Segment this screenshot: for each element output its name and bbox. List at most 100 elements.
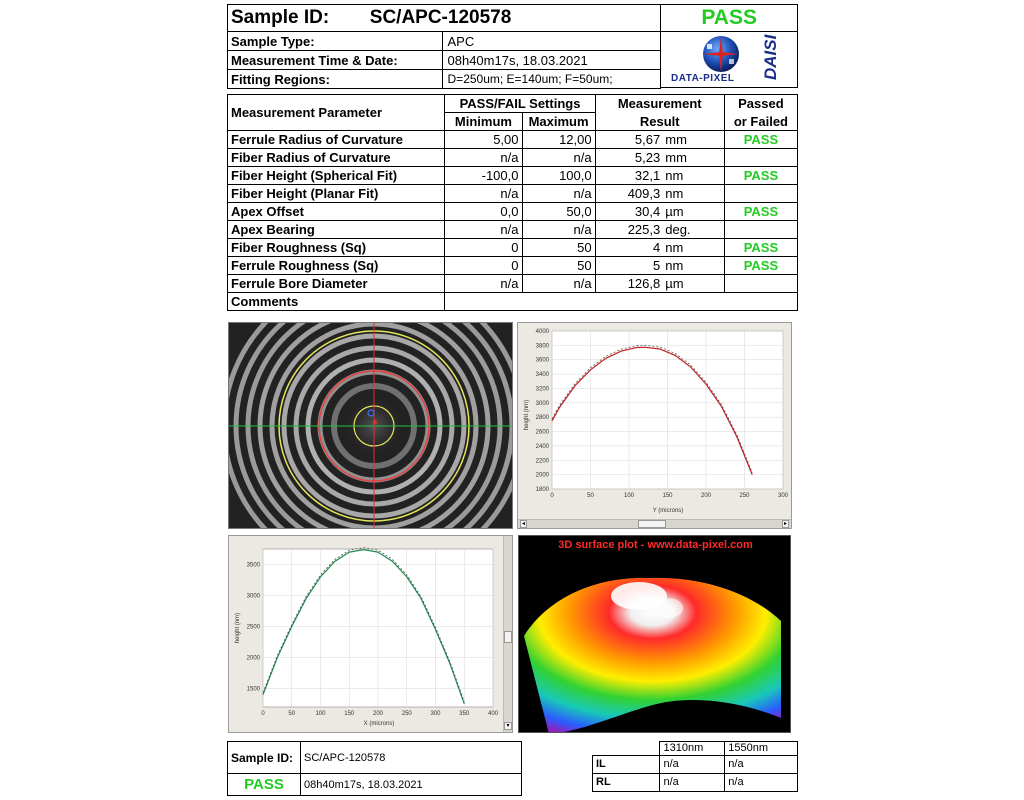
col-param-header: Measurement Parameter (226, 94, 446, 131)
param-status (723, 184, 799, 203)
x-tick-label: 350 (459, 711, 470, 717)
x-profile-xlabel: X (microns) (364, 721, 395, 727)
vertical-scroll-thumb[interactable] (504, 631, 512, 643)
param-name: Ferrule Radius of Curvature (226, 130, 446, 149)
param-unit: nm (663, 256, 725, 275)
y-profile-chart-panel: 0 50 100 150 200 250 300 1800 2000 2200 2400 2600 28… (517, 322, 792, 529)
param-name: Fiber Height (Spherical Fit) (226, 166, 446, 185)
x-tick-label: 50 (587, 493, 594, 499)
param-max: n/a (521, 220, 596, 239)
x-tick-label: 100 (624, 493, 635, 499)
param-status: PASS (723, 256, 799, 275)
logo-side-text: DAISI (761, 34, 780, 80)
scroll-thumb[interactable] (638, 520, 666, 528)
scroll-left-arrow-icon[interactable]: ◂ (520, 520, 527, 528)
comments-label: Comments (226, 292, 446, 311)
param-status (723, 220, 799, 239)
param-max: 100,0 (521, 166, 596, 185)
fitting-regions-value: D=250um; E=140um; F=50um; (441, 69, 662, 89)
param-value: 5,23 (594, 148, 664, 167)
param-unit: mm (663, 130, 725, 149)
header-table: Sample ID: SC/APC-120578 PASS (226, 4, 798, 32)
scroll-down-arrow-icon[interactable]: ▾ (504, 722, 512, 730)
param-status (723, 148, 799, 167)
il-row-label: IL (591, 755, 661, 774)
param-min: -100,0 (444, 166, 523, 185)
param-name: Apex Bearing (226, 220, 446, 239)
sample-type-value: APC (441, 31, 662, 51)
parameter-row: Ferrule Radius of Curvature 5,00 12,00 5,67… (226, 130, 799, 149)
footer-status-badge: PASS (227, 773, 301, 796)
x-profile-scrollbar[interactable]: ▾ (503, 536, 512, 732)
col-result-header-1: Measurement (594, 94, 725, 113)
sample-type-label: Sample Type: (227, 31, 443, 51)
param-unit: mm (663, 148, 725, 167)
rl-row-label: RL (591, 773, 661, 792)
param-unit: nm (663, 238, 725, 257)
y-tick-label: 3600 (536, 358, 550, 364)
y-tick-label: 3800 (536, 343, 550, 349)
scroll-right-arrow-icon[interactable]: ▸ (782, 520, 789, 528)
x-profile-ylabel: height (nm) (235, 613, 241, 643)
x-tick-label: 150 (662, 493, 673, 499)
x-profile-chart-panel: 0 50 100 150 200 250 300 350 400 1500 2000 2500 3000… (228, 535, 513, 733)
param-max: 50 (521, 238, 596, 257)
parameters-table: Measurement Parameter PASS/FAIL Settings… (226, 94, 799, 311)
x-tick-label: 250 (739, 493, 750, 499)
y-profile-chart: 0 50 100 150 200 250 300 1800 2000 2200 2400 2600 28… (524, 329, 789, 514)
param-min: 0 (444, 238, 523, 257)
measurement-time-label: Measurement Time & Date: (227, 50, 443, 70)
param-name: Fiber Roughness (Sq) (226, 238, 446, 257)
param-max: 12,00 (521, 130, 596, 149)
y-tick-label: 3000 (247, 593, 261, 599)
parameter-rows: Ferrule Radius of Curvature 5,00 12,00 5,67… (226, 130, 799, 293)
param-unit: nm (663, 166, 725, 185)
x-tick-label: 100 (315, 711, 326, 717)
footer-sample-id-label: Sample ID: (227, 741, 301, 774)
y-tick-label: 2800 (536, 415, 550, 421)
param-status (723, 274, 799, 293)
info-table: Sample Type: APC Measurement Time & Date… (227, 31, 662, 89)
comments-value (444, 292, 798, 311)
logo-text: DATA-PIXEL (671, 73, 735, 84)
param-value: 225,3 (594, 220, 664, 239)
x-tick-label: 400 (488, 711, 499, 717)
param-max: 50 (521, 256, 596, 275)
param-name: Fiber Radius of Curvature (226, 148, 446, 167)
y-tick-label: 3500 (247, 562, 261, 568)
il-rl-table: 1310nm 1550nm IL n/a n/a RL n/a n/a (591, 741, 798, 792)
x-tick-label: 250 (402, 711, 413, 717)
x-tick-label: 0 (550, 493, 554, 499)
param-min: 0 (444, 256, 523, 275)
y-tick-label: 4000 (536, 329, 550, 335)
param-status: PASS (723, 130, 799, 149)
y-tick-label: 1800 (536, 487, 550, 493)
y-tick-label: 3000 (536, 401, 550, 407)
status-badge: PASS (660, 4, 798, 32)
col-max-header: Maximum (521, 112, 596, 131)
param-min: n/a (444, 220, 523, 239)
y-tick-label: 2000 (536, 473, 550, 479)
il-row-1550: n/a (724, 755, 798, 774)
param-min: 5,00 (444, 130, 523, 149)
parameter-row: Fiber Height (Spherical Fit) -100,0 100,0 3… (226, 166, 799, 185)
param-max: 50,0 (521, 202, 596, 221)
param-min: 0,0 (444, 202, 523, 221)
param-value: 32,1 (594, 166, 664, 185)
col-passed-header-2: or Failed (723, 112, 799, 131)
parameter-row: Fiber Roughness (Sq) 0 50 4 nm PASS (226, 238, 799, 257)
param-unit: µm (663, 202, 725, 221)
col-settings-header: PASS/FAIL Settings (444, 94, 596, 113)
param-min: n/a (444, 184, 523, 203)
sample-id-label: Sample ID: (231, 7, 330, 28)
y-profile-ylabel: height (nm) (524, 400, 530, 430)
il-header-1550: 1550nm (724, 741, 798, 756)
param-name: Apex Offset (226, 202, 446, 221)
y-profile-scrollbar[interactable]: ◂ ▸ (518, 519, 791, 528)
param-name: Ferrule Roughness (Sq) (226, 256, 446, 275)
y-tick-label: 1500 (247, 686, 261, 692)
param-status: PASS (723, 238, 799, 257)
x-tick-label: 300 (430, 711, 441, 717)
param-max: n/a (521, 274, 596, 293)
param-unit: nm (663, 184, 725, 203)
